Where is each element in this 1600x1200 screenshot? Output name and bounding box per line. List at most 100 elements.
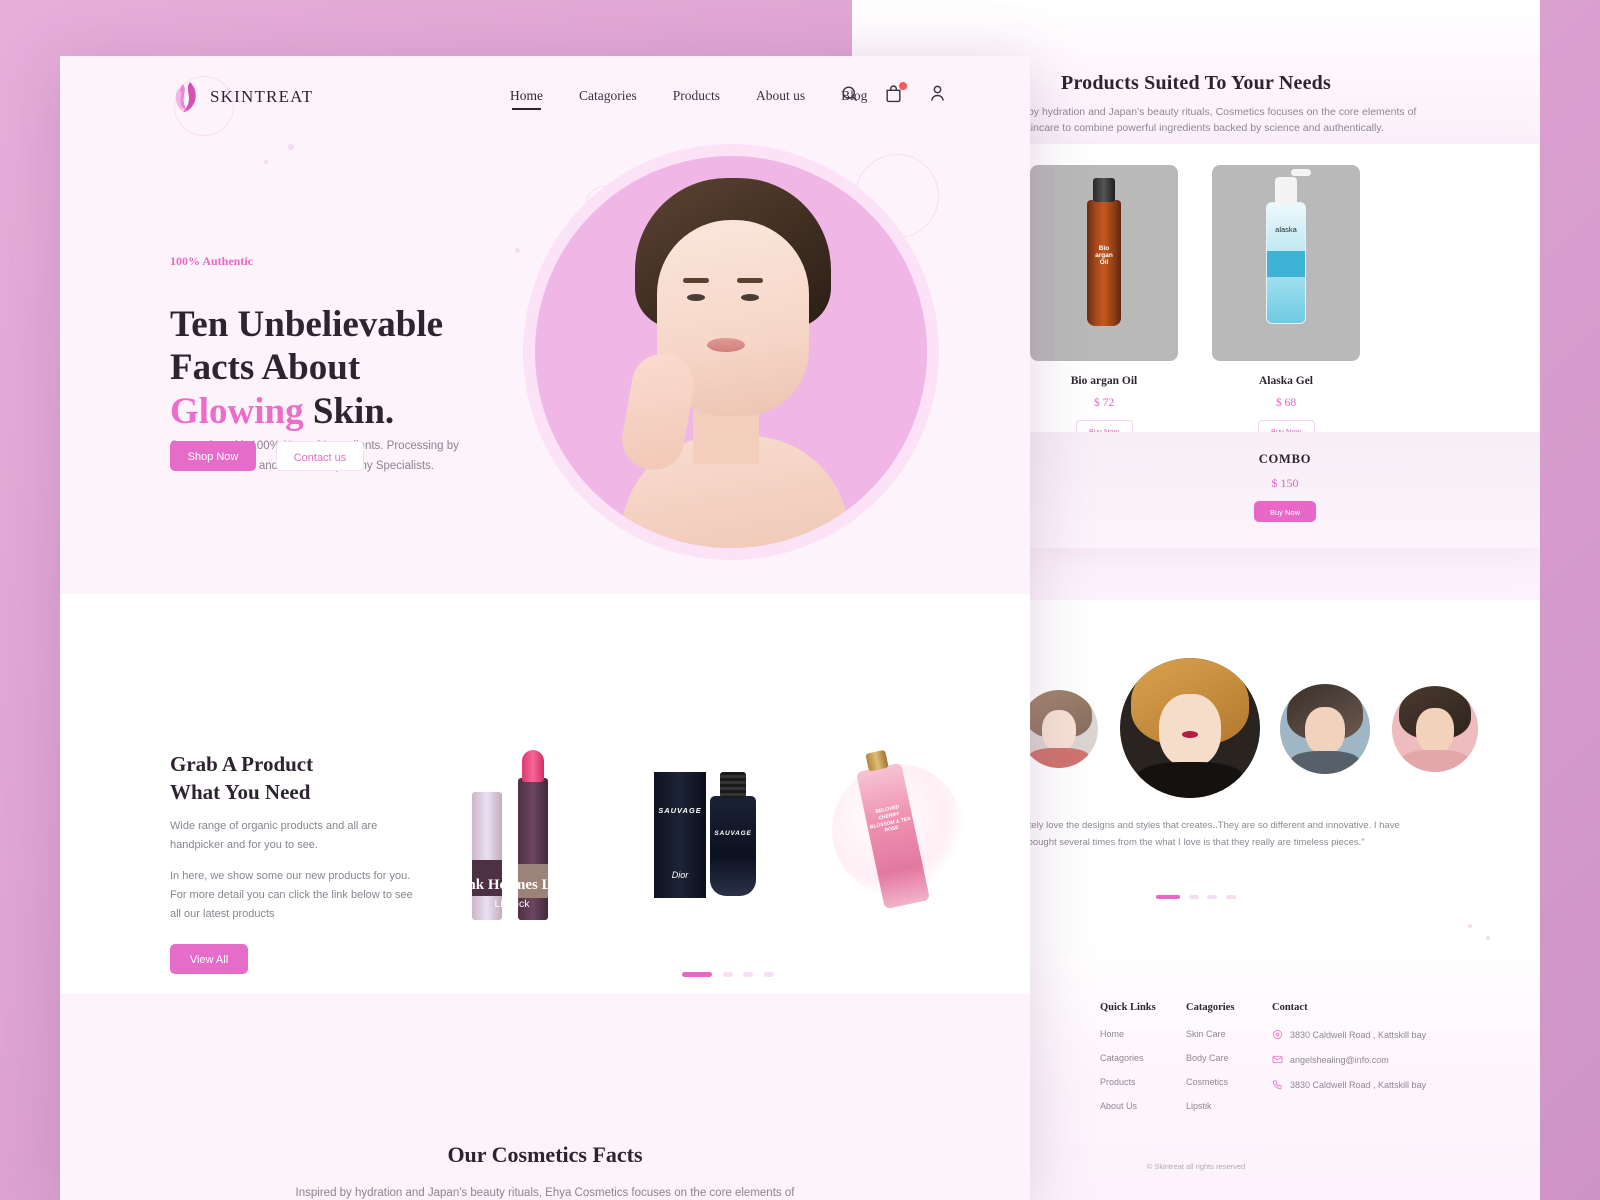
- hero-eyebrow: 100% Authentic: [170, 254, 254, 268]
- perfume-box-art: SAUVAGE Dior: [654, 772, 706, 898]
- carousel-dot[interactable]: [1156, 895, 1181, 899]
- avatar-2-image: [1120, 658, 1260, 798]
- contact-address-row[interactable]: 3830 Caldwell Road , Kattskill bay: [1272, 1029, 1426, 1040]
- contact-email-row[interactable]: angelshealing@info.com: [1272, 1054, 1426, 1065]
- avatar-1-image: [1020, 690, 1098, 768]
- carousel-dot[interactable]: [1188, 895, 1199, 899]
- products-card-area: Bio argan Oil Bio argan Oil $ 72 Buy Now…: [1030, 144, 1540, 548]
- user-icon[interactable]: [928, 84, 948, 104]
- contact-phone-row[interactable]: 3830 Caldwell Road , Kattskill bay: [1272, 1079, 1426, 1090]
- avatar[interactable]: [1392, 686, 1478, 772]
- woman-face-logo-icon: [170, 80, 200, 114]
- cart-icon[interactable]: [884, 82, 907, 104]
- nav-item-home[interactable]: Home: [510, 88, 543, 110]
- carousel-dot[interactable]: [743, 972, 754, 977]
- nav-item-catagories[interactable]: Catagories: [579, 88, 637, 110]
- bottle-band: [1267, 251, 1305, 277]
- alaska-gel-image: alaska: [1212, 165, 1360, 361]
- brand-logo[interactable]: SKINTREAT: [170, 80, 313, 114]
- decorative-dot: [515, 248, 520, 253]
- mail-icon: [1272, 1055, 1283, 1064]
- navbar: SKINTREAT Home Catagories Products About…: [60, 56, 1030, 142]
- combo-buy-now-button[interactable]: Buy Now: [1254, 501, 1316, 522]
- carousel-dot[interactable]: [1225, 895, 1236, 899]
- footer-link[interactable]: Catagories: [1100, 1053, 1156, 1063]
- avatar-4-image: [1392, 686, 1478, 772]
- testimonial-quote: “I absolutely love the designs and style…: [992, 820, 1400, 848]
- bottle-label: alaska: [1275, 225, 1297, 234]
- grab-product-section: Grab A Product What You Need Wide range o…: [60, 594, 1030, 994]
- perfume-bottle-art: SAUVAGE: [710, 772, 756, 896]
- carousel-card-title: Pink Hermes Lips: [454, 877, 570, 893]
- hero-title-end: Skin.: [303, 391, 395, 433]
- carousel-dot[interactable]: [763, 972, 774, 977]
- product-card-alaska-gel[interactable]: alaska Alaska Gel $ 68 Buy Now: [1212, 165, 1360, 439]
- product-price: $ 72: [1093, 397, 1115, 409]
- woman-portrait-image: [583, 178, 883, 548]
- cosmetics-facts-section: Our Cosmetics Facts Inspired by hydratio…: [60, 994, 1030, 1200]
- phone-icon: [1272, 1080, 1282, 1090]
- product-card-bio-argan-oil[interactable]: Bio argan Oil Bio argan Oil $ 72 Buy Now: [1030, 165, 1178, 439]
- product-carousel-dots[interactable]: [426, 964, 1030, 982]
- avatar[interactable]: [1020, 690, 1098, 768]
- carousel-dot[interactable]: [722, 972, 733, 977]
- avatar-3-image: [1280, 684, 1370, 774]
- combo-title: COMBO: [1258, 452, 1312, 466]
- location-pin-icon: [1272, 1029, 1283, 1040]
- footer-column-catagories: Catagories Skin Care Body Care Cosmetics…: [1186, 1002, 1234, 1125]
- search-icon[interactable]: [840, 84, 860, 104]
- shop-now-button[interactable]: Shop Now: [170, 441, 256, 471]
- product-carousel: Pink Hermes Lips Lipstick SAUVAGE Dior S…: [426, 734, 1030, 930]
- footer-column-contact: Contact 3830 Caldwell Road , Kattskill b…: [1272, 1002, 1426, 1104]
- footer-link[interactable]: About Us: [1100, 1101, 1156, 1111]
- decorative-dot: [264, 160, 268, 164]
- product-name: Bio argan Oil: [1070, 375, 1138, 387]
- carousel-card-subtitle: Lipstick: [494, 898, 530, 910]
- bottle-label: Bio argan Oil: [1095, 245, 1113, 266]
- perfume-box-label: SAUVAGE: [658, 806, 702, 815]
- hero-title-line1: Ten Unbelievable: [170, 303, 444, 345]
- hero-title-highlight: Glowing: [170, 391, 304, 433]
- grab-title: Grab A Product What You Need: [170, 751, 400, 807]
- portrait-eye: [741, 294, 759, 301]
- grab-title-line2: What You Need: [170, 780, 311, 805]
- carousel-dot[interactable]: [682, 972, 713, 977]
- grab-title-line1: Grab A Product: [170, 752, 314, 777]
- avatar[interactable]: [1120, 658, 1260, 798]
- footer-link[interactable]: Body Care: [1186, 1053, 1234, 1063]
- brand-name: SKINTREAT: [210, 87, 314, 106]
- carousel-card-bath-gel[interactable]: BELOVED CHERRY BLOSSOM & TEA ROSE: [810, 734, 982, 930]
- contact-us-button[interactable]: Contact us: [276, 441, 364, 471]
- combo-price: $ 150: [1271, 476, 1299, 490]
- carousel-card-partial[interactable]: [1002, 734, 1030, 930]
- nav-item-about-us[interactable]: About us: [756, 88, 805, 110]
- carousel-card-caption: Pink Hermes Lips Lipstick: [426, 876, 598, 912]
- portrait-lips: [707, 338, 745, 352]
- footer-heading: Catagories: [1186, 1002, 1235, 1013]
- product-name: Alaska Gel: [1259, 375, 1313, 387]
- products-section-subtitle: Inspired by hydration and Japan's beauty…: [987, 106, 1417, 135]
- nav-links: Home Catagories Products About us Blog: [510, 88, 867, 110]
- facts-title: Our Cosmetics Facts: [447, 1142, 643, 1168]
- decorative-dot: [288, 144, 294, 150]
- gel-bottle-art: alaska: [1266, 169, 1311, 324]
- bath-gel-label: BELOVED CHERRY BLOSSOM & TEA ROSE: [869, 804, 912, 834]
- hero-buttons: Shop Now Contact us: [170, 441, 364, 471]
- contact-text: 3830 Caldwell Road , Kattskill bay: [1290, 1079, 1427, 1090]
- grab-paragraph-1: Wide range of organic products and all a…: [170, 820, 378, 851]
- footer-link[interactable]: Cosmetics: [1186, 1077, 1234, 1087]
- carousel-dot[interactable]: [1207, 895, 1218, 899]
- footer-link[interactable]: Skin Care: [1186, 1029, 1234, 1039]
- view-all-button[interactable]: View All: [170, 944, 248, 974]
- main-page-panel: SKINTREAT Home Catagories Products About…: [60, 56, 1030, 1200]
- footer-link[interactable]: Home: [1100, 1029, 1156, 1039]
- carousel-card-perfume[interactable]: SAUVAGE Dior SAUVAGE: [618, 734, 790, 930]
- footer-link[interactable]: Products: [1100, 1077, 1156, 1087]
- avatar[interactable]: [1280, 684, 1370, 774]
- portrait-brow: [737, 278, 763, 283]
- footer-link[interactable]: Lipstik: [1186, 1101, 1234, 1111]
- cart-badge: [899, 82, 907, 90]
- hero-portrait-circle: [523, 144, 939, 560]
- nav-item-products[interactable]: Products: [673, 88, 720, 110]
- carousel-card-lipstick[interactable]: Pink Hermes Lips Lipstick: [426, 734, 598, 930]
